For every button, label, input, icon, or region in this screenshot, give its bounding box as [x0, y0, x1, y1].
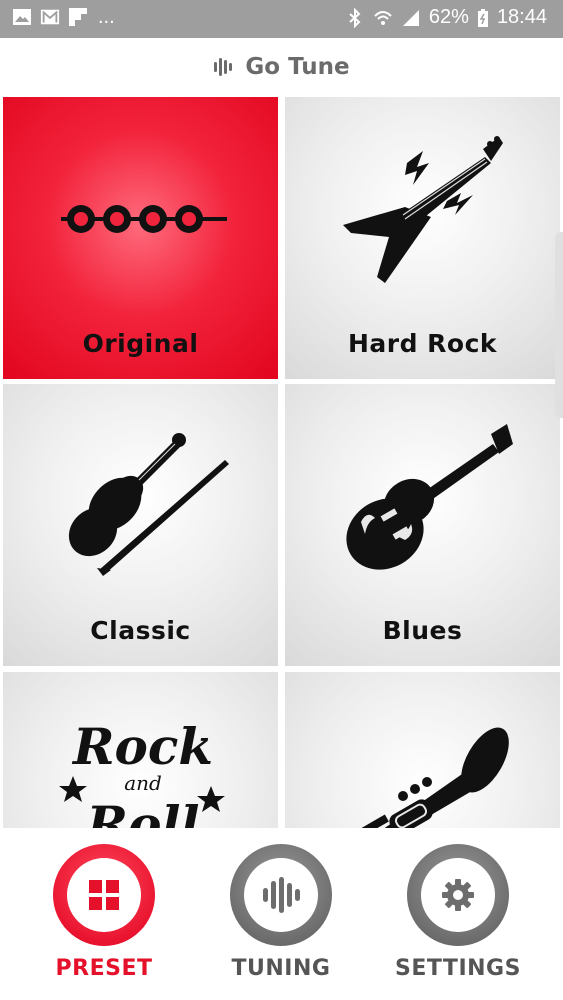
- nav-label: PRESET: [55, 956, 153, 981]
- preset-label: Blues: [382, 616, 463, 645]
- preset-tile-trumpet[interactable]: [285, 672, 560, 828]
- star-icon: [197, 786, 225, 812]
- trumpet-icon: [357, 727, 509, 828]
- rock-and-roll-icon: Rock and Roll: [59, 717, 225, 828]
- gmail-icon: [40, 9, 60, 25]
- nav-settings-circle[interactable]: [407, 844, 509, 946]
- nav-preset-circle[interactable]: [53, 844, 155, 946]
- art-text-and: and: [124, 771, 162, 795]
- preset-label: Original: [82, 329, 199, 358]
- art-text-roll: Roll: [85, 795, 200, 828]
- status-bar: ... 62% 18:44: [0, 0, 563, 38]
- star-icon: [59, 776, 87, 802]
- hollow-body-guitar-icon: [346, 424, 513, 570]
- battery-icon: [477, 8, 488, 27]
- preset-label: Classic: [90, 616, 191, 645]
- preset-tile-hard-rock[interactable]: Hard Rock: [285, 97, 560, 379]
- notification-icons: ...: [12, 7, 115, 27]
- waveform-icon: [263, 877, 300, 913]
- violin-icon: [68, 433, 229, 576]
- preset-tile-classic[interactable]: Classic: [3, 384, 278, 666]
- nav-preset[interactable]: PRESET: [34, 844, 174, 981]
- more-notifications: ...: [98, 6, 115, 28]
- system-status: 62% 18:44: [345, 6, 547, 29]
- grid-icon: [89, 880, 119, 910]
- nav-tuning[interactable]: TUNING: [211, 844, 351, 981]
- edge-panel-handle[interactable]: [555, 232, 563, 418]
- preset-label: Hard Rock: [347, 329, 498, 358]
- flying-v-guitar-icon: [343, 136, 503, 283]
- clock: 18:44: [496, 6, 547, 28]
- preset-tile-rock-and-roll[interactable]: Rock and Roll: [3, 672, 278, 828]
- app-title: Go Tune: [245, 54, 350, 80]
- tuning-pegs-icon: [61, 205, 227, 233]
- bottom-navigation: PRESET TUNING SETTINGS: [0, 828, 563, 1000]
- preset-tile-blues[interactable]: Blues: [285, 384, 560, 666]
- nav-tuning-circle[interactable]: [230, 844, 332, 946]
- preset-tile-original[interactable]: Original: [3, 97, 278, 379]
- nav-label: SETTINGS: [395, 956, 521, 981]
- wifi-icon: [374, 10, 392, 25]
- image-icon: [13, 9, 31, 25]
- gear-icon: [442, 879, 474, 911]
- nav-settings[interactable]: SETTINGS: [388, 844, 528, 981]
- battery-percent: 62%: [428, 6, 469, 28]
- bluetooth-icon: [349, 7, 361, 28]
- go-tune-logo-icon: [214, 58, 233, 76]
- preset-grid: Original Hard Rock Classic Blues Rock an…: [0, 96, 563, 828]
- app-header: Go Tune: [0, 38, 563, 96]
- art-text-rock: Rock: [71, 717, 213, 776]
- flipboard-icon: [69, 8, 87, 26]
- nav-label: TUNING: [231, 956, 331, 981]
- signal-icon: [402, 9, 419, 26]
